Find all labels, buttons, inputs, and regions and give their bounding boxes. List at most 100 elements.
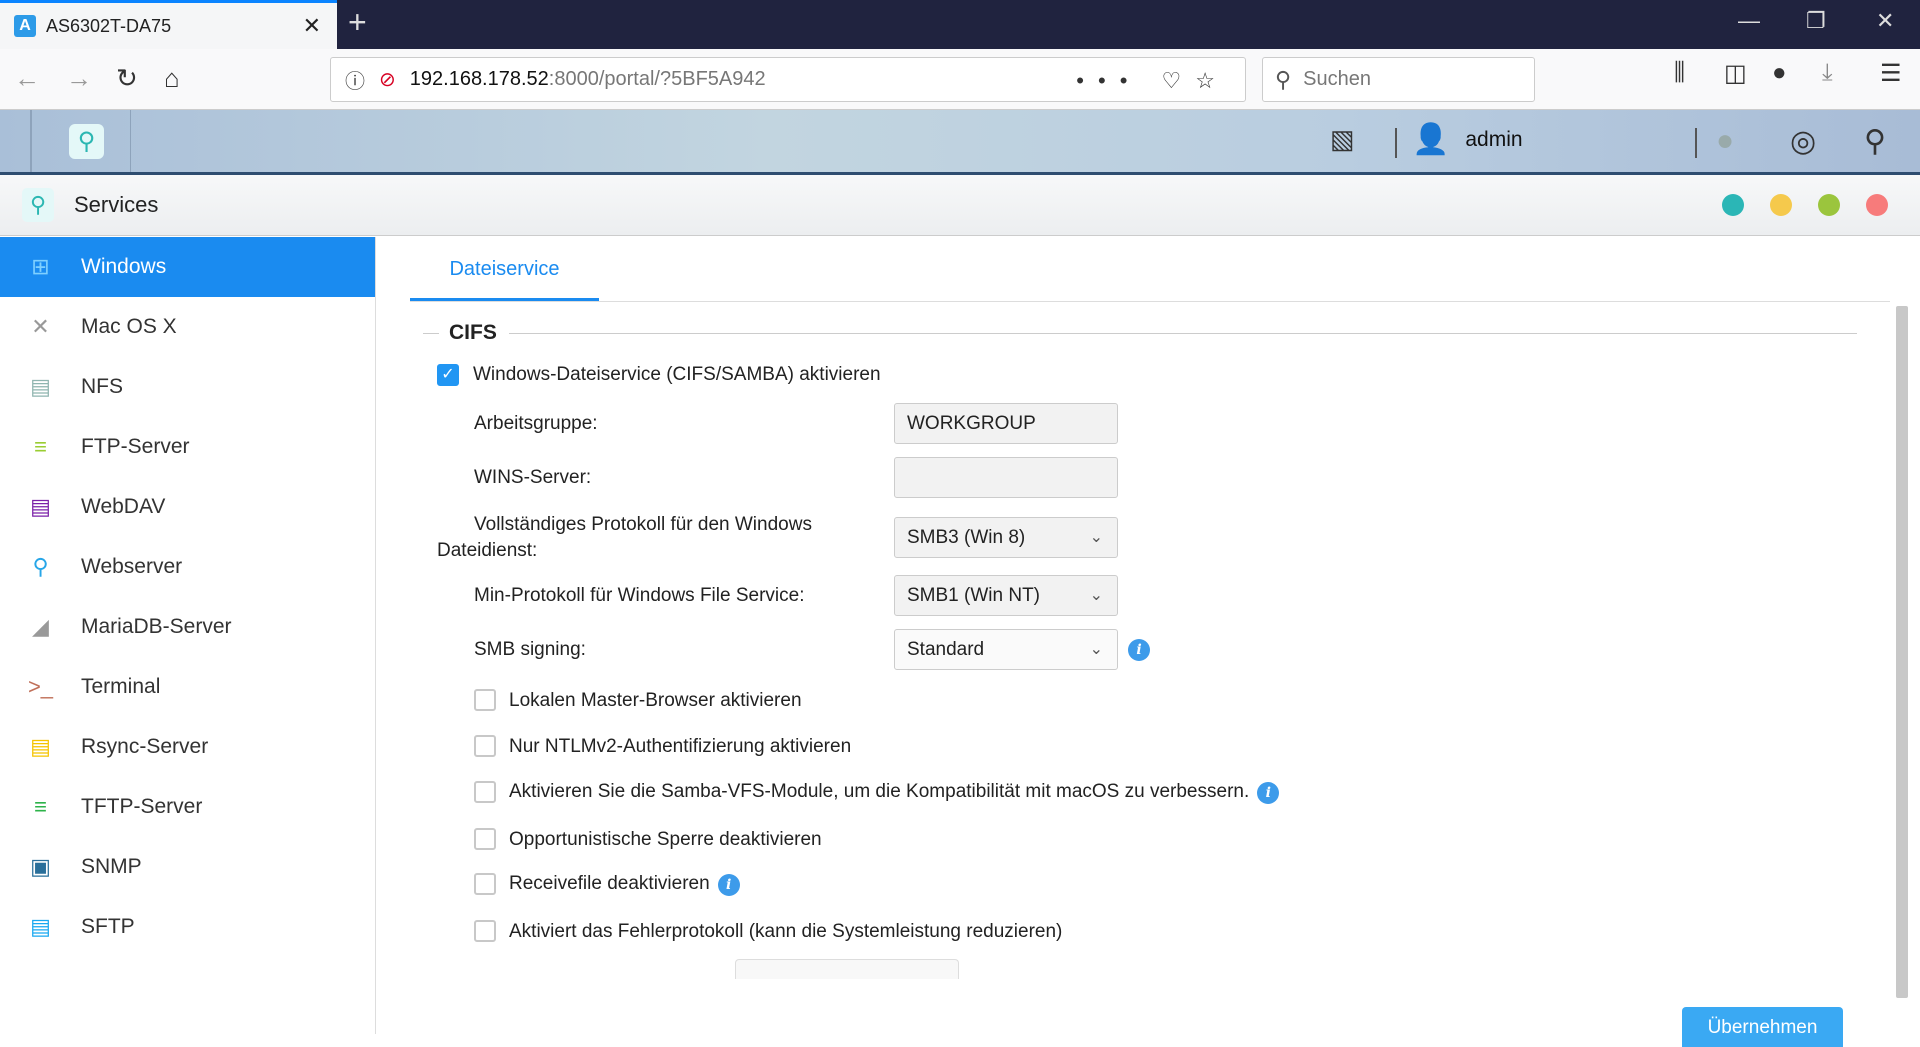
windows-icon: ⊞ xyxy=(31,254,50,279)
window-dot-teal[interactable] xyxy=(1722,194,1744,216)
apply-button[interactable]: Übernehmen xyxy=(1682,1007,1843,1047)
sidebar-icon[interactable]: ◫ xyxy=(1724,59,1747,88)
sidebar-item-snmp[interactable]: ▣ SNMP xyxy=(0,837,375,897)
chevron-down-icon: ⌄ xyxy=(1089,641,1103,658)
user-menu[interactable]: 👤 admin xyxy=(1412,122,1523,157)
window-dot-minimize[interactable] xyxy=(1770,194,1792,216)
option-row: Aktivieren Sie die Samba-VFS-Module, um … xyxy=(509,781,1280,804)
extension-icon[interactable]: ● xyxy=(1772,59,1787,87)
wins-server-input[interactable] xyxy=(894,457,1118,498)
info-icon[interactable]: i xyxy=(1257,781,1280,804)
browser-tab[interactable]: A AS6302T-DA75 ✕ xyxy=(0,0,337,49)
sidebar-item-label: NFS xyxy=(81,375,123,398)
back-icon[interactable]: ← xyxy=(14,63,40,94)
option-label: Aktivieren Sie die Samba-VFS-Module, um … xyxy=(509,781,1250,802)
sidebar-item-mac-os-x[interactable]: ✕ Mac OS X xyxy=(0,297,375,357)
sidebar-item-label: Webserver xyxy=(81,555,183,578)
enable-cifs-checkbox[interactable]: ✓ xyxy=(437,364,459,386)
terminal-icon: >_ xyxy=(27,674,54,699)
sidebar-item-webserver[interactable]: ⚲ Webserver xyxy=(0,537,375,597)
option-checkbox[interactable] xyxy=(474,781,496,803)
scrollbar[interactable] xyxy=(1896,306,1908,998)
more-icon[interactable]: ••• xyxy=(1076,68,1141,93)
reload-icon[interactable]: ↻ xyxy=(116,63,138,94)
divider xyxy=(1695,128,1697,158)
option-checkbox[interactable] xyxy=(474,828,496,850)
option-row: Receivefile deaktivieren i xyxy=(509,873,740,896)
option-checkbox[interactable] xyxy=(474,735,496,757)
sidebar-item-mariadb-server[interactable]: ◢ MariaDB-Server xyxy=(0,597,375,657)
hidden-input-partial xyxy=(735,959,959,979)
dashboard-gauge-icon[interactable]: ◎ xyxy=(1790,124,1816,159)
sidebar-item-terminal[interactable]: >_ Terminal xyxy=(0,657,375,717)
workgroup-label: Arbeitsgruppe: xyxy=(474,413,598,434)
search-icon[interactable]: ⚲ xyxy=(1864,124,1886,159)
sidebar-item-ftp-server[interactable]: ≡ FTP-Server xyxy=(0,417,375,477)
smb-signing-select[interactable]: Standard ⌄ xyxy=(894,629,1118,670)
url-path: :8000/portal/?5BF5A942 xyxy=(548,68,766,90)
home-icon[interactable]: ⌂ xyxy=(164,63,180,94)
option-label: Aktiviert das Fehlerprotokoll (kann die … xyxy=(509,921,1063,942)
mariadb-icon: ◢ xyxy=(32,614,49,639)
window-dot-maximize[interactable] xyxy=(1818,194,1840,216)
window-title: Services xyxy=(74,192,159,217)
bookmark-star-icon[interactable]: ☆ xyxy=(1195,68,1229,93)
user-avatar-icon: 👤 xyxy=(1412,123,1450,156)
sidebar-item-tftp-server[interactable]: ≡ TFTP-Server xyxy=(0,777,375,837)
tab-dateiservice[interactable]: Dateiservice xyxy=(410,237,599,302)
sidebar-item-label: SNMP xyxy=(81,855,142,878)
max-protocol-label-1: Vollständiges Protokoll für den Windows xyxy=(474,514,812,535)
option-checkbox[interactable] xyxy=(474,920,496,942)
info-icon[interactable]: ⓘ xyxy=(345,65,365,94)
workgroup-input[interactable]: WORKGROUP xyxy=(894,403,1118,444)
sidebar-item-label: Windows xyxy=(81,255,167,278)
tftp-icon: ≡ xyxy=(34,794,47,819)
pocket-icon[interactable]: ♡ xyxy=(1162,68,1196,93)
divider xyxy=(30,110,32,172)
option-checkbox[interactable] xyxy=(474,873,496,895)
menu-icon[interactable]: ☰ xyxy=(1880,59,1902,88)
snmp-icon: ▣ xyxy=(30,854,51,879)
min-protocol-select[interactable]: SMB1 (Win NT) ⌄ xyxy=(894,575,1118,616)
restore-icon[interactable]: ❐ xyxy=(1806,8,1826,34)
browser-toolbar: ← → ↻ ⌂ ⓘ ⊘ 192.168.178.52:8000/portal/?… xyxy=(0,49,1920,110)
storage-icon[interactable]: ▧ xyxy=(1330,124,1355,155)
sidebar-item-rsync-server[interactable]: ▤ Rsync-Server xyxy=(0,717,375,777)
option-label: Nur NTLMv2-Authentifizierung aktivieren xyxy=(509,736,852,757)
library-icon[interactable]: ⫼ xyxy=(1674,59,1685,87)
webdav-icon: ▤ xyxy=(30,494,51,519)
info-icon[interactable]: i xyxy=(717,873,740,896)
smb-signing-value: Standard xyxy=(907,638,985,660)
notification-bell-icon[interactable]: ● xyxy=(1716,124,1734,158)
sidebar-item-sftp[interactable]: ▤ SFTP xyxy=(0,897,375,957)
window-dot-close[interactable] xyxy=(1866,194,1888,216)
sidebar-item-label: TFTP-Server xyxy=(81,795,203,818)
sidebar-item-webdav[interactable]: ▤ WebDAV xyxy=(0,477,375,537)
info-icon[interactable]: i xyxy=(1128,639,1150,661)
option-label: Receivefile deaktivieren xyxy=(509,873,710,894)
download-icon[interactable]: ⤓ xyxy=(1822,59,1833,87)
url-bar[interactable]: ⓘ ⊘ 192.168.178.52:8000/portal/?5BF5A942… xyxy=(330,57,1246,102)
sidebar-item-label: WebDAV xyxy=(81,495,166,518)
search-input[interactable]: ⚲ Suchen xyxy=(1262,57,1535,102)
sidebar-item-label: Mac OS X xyxy=(81,315,177,338)
forward-icon[interactable]: → xyxy=(66,63,92,94)
close-tab-icon[interactable]: ✕ xyxy=(303,13,321,39)
sidebar-item-label: Rsync-Server xyxy=(81,735,209,758)
new-tab-icon[interactable]: + xyxy=(348,4,367,41)
username: admin xyxy=(1465,127,1523,151)
sidebar-item-label: Terminal xyxy=(81,675,161,698)
search-icon: ⚲ xyxy=(1275,66,1292,92)
sidebar-item-label: FTP-Server xyxy=(81,435,190,458)
chevron-down-icon: ⌄ xyxy=(1089,529,1103,546)
option-checkbox[interactable] xyxy=(474,689,496,711)
sidebar-item-nfs[interactable]: ▤ NFS xyxy=(0,357,375,417)
services-app-icon[interactable]: ⚲ xyxy=(69,124,104,159)
minimize-icon[interactable]: — xyxy=(1738,8,1760,34)
close-window-icon[interactable]: ✕ xyxy=(1876,8,1894,34)
max-protocol-select[interactable]: SMB3 (Win 8) ⌄ xyxy=(894,517,1118,558)
sftp-icon: ▤ xyxy=(30,914,51,939)
browser-tab-bar: A AS6302T-DA75 ✕ + — ❐ ✕ xyxy=(0,0,1920,49)
asustor-favicon-icon: A xyxy=(14,15,36,37)
sidebar-item-windows[interactable]: ⊞ Windows xyxy=(0,237,375,297)
